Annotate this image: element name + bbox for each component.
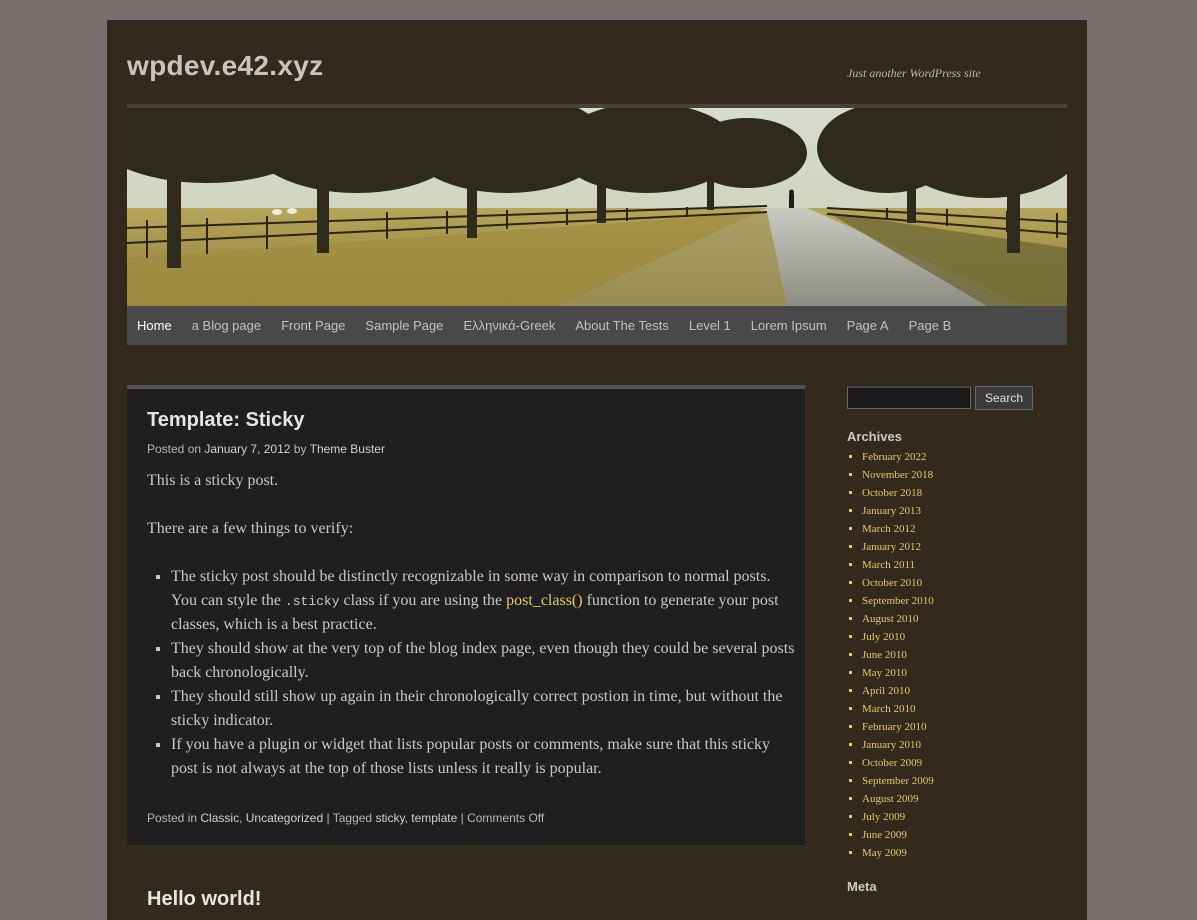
archive-link[interactable]: February 2010: [862, 721, 926, 733]
nav-item-level-1[interactable]: Level 1: [679, 306, 741, 346]
separator-comma: ,: [404, 811, 408, 825]
archives-title: Archives: [847, 429, 902, 444]
archive-item: June 2010: [862, 646, 934, 664]
post-paragraph: There are a few things to verify:: [147, 520, 354, 537]
header-banner-image: [127, 108, 1067, 306]
post-author-link[interactable]: Theme Buster: [310, 442, 385, 456]
separator-pipe: |: [326, 811, 330, 825]
archive-item: January 2010: [862, 736, 934, 754]
archive-link[interactable]: April 2010: [862, 685, 910, 697]
archive-item: April 2010: [862, 682, 934, 700]
archive-link[interactable]: January 2010: [862, 739, 921, 751]
inline-code: .sticky: [284, 594, 340, 609]
archive-link[interactable]: October 2010: [862, 577, 922, 589]
nav-item-page-b[interactable]: Page B: [899, 306, 962, 346]
archive-link[interactable]: March 2011: [862, 559, 915, 571]
archive-link[interactable]: October 2018: [862, 487, 922, 499]
main-navigation: Home a Blog page Front Page Sample Page …: [127, 306, 1067, 345]
archive-item: September 2010: [862, 592, 934, 610]
archive-link[interactable]: October 2009: [862, 757, 922, 769]
comments-status: Comments Off: [467, 811, 545, 825]
archive-item: May 2009: [862, 844, 934, 862]
posted-on-label: Posted on: [147, 442, 202, 456]
sticky-post: Template: Sticky Posted on January 7, 20…: [127, 385, 805, 845]
post-meta: Posted on January 7, 2012 by Theme Buste…: [147, 442, 385, 456]
archive-item: October 2010: [862, 574, 934, 592]
nav-item-page-a[interactable]: Page A: [837, 306, 899, 346]
by-label: by: [293, 442, 307, 456]
post-date-link[interactable]: January 7, 2012: [204, 442, 290, 456]
nav-item-sample-page[interactable]: Sample Page: [355, 306, 453, 346]
archive-link[interactable]: July 2009: [862, 811, 905, 823]
archive-link[interactable]: May 2009: [862, 847, 907, 859]
archive-item: September 2009: [862, 772, 934, 790]
nav-item-about-the-tests[interactable]: About The Tests: [565, 306, 678, 346]
search-button[interactable]: Search: [975, 386, 1033, 410]
archive-item: June 2009: [862, 826, 934, 844]
post-content: This is a sticky post. There are a few t…: [147, 469, 797, 781]
archive-item: October 2018: [862, 484, 934, 502]
nav-item-lorem-ipsum[interactable]: Lorem Ipsum: [741, 306, 837, 346]
archive-link[interactable]: June 2009: [862, 829, 907, 841]
archive-item: February 2010: [862, 718, 934, 736]
archive-link[interactable]: August 2010: [862, 613, 919, 625]
archive-link[interactable]: March 2012: [862, 523, 915, 535]
archive-link[interactable]: February 2022: [862, 451, 926, 463]
tagged-label: Tagged: [332, 811, 373, 825]
archive-item: August 2010: [862, 610, 934, 628]
tag-link-template[interactable]: template: [411, 811, 457, 825]
archives-list: February 2022 November 2018 October 2018…: [847, 448, 934, 862]
posted-in-label: Posted in: [147, 811, 198, 825]
meta-title: Meta: [847, 879, 877, 894]
archive-link[interactable]: July 2010: [862, 631, 905, 643]
archive-link[interactable]: March 2010: [862, 703, 915, 715]
archive-item: November 2018: [862, 466, 934, 484]
archive-item: July 2010: [862, 628, 934, 646]
separator-comma: ,: [239, 811, 243, 825]
nav-item-greek[interactable]: Ελληνικά-Greek: [453, 306, 565, 346]
archive-link[interactable]: January 2012: [862, 541, 921, 553]
archive-item: January 2013: [862, 502, 934, 520]
list-item-text: class if you are using the: [343, 592, 503, 609]
archive-link[interactable]: June 2010: [862, 649, 907, 661]
list-item: They should show at the very top of the …: [171, 637, 797, 685]
archive-link[interactable]: November 2018: [862, 469, 933, 481]
archive-item: February 2022: [862, 448, 934, 466]
list-item: If you have a plugin or widget that list…: [171, 733, 797, 781]
archive-item: May 2010: [862, 664, 934, 682]
archive-item: March 2011: [862, 556, 934, 574]
archive-link[interactable]: May 2010: [862, 667, 907, 679]
archive-link[interactable]: August 2009: [862, 793, 919, 805]
list-item: The sticky post should be distinctly rec…: [171, 565, 797, 637]
archive-item: October 2009: [862, 754, 934, 772]
site-title[interactable]: wpdev.e42.xyz: [127, 50, 323, 82]
post-footer: Posted in Classic, Uncategorized | Tagge…: [147, 811, 544, 825]
archive-item: January 2012: [862, 538, 934, 556]
category-link-uncategorized[interactable]: Uncategorized: [246, 811, 323, 825]
nav-item-a-blog-page[interactable]: a Blog page: [182, 306, 271, 346]
archive-item: March 2010: [862, 700, 934, 718]
post-paragraph: This is a sticky post.: [147, 472, 279, 489]
post-class-link[interactable]: post_class(): [506, 592, 582, 609]
archive-link[interactable]: September 2010: [862, 595, 934, 607]
nav-item-front-page[interactable]: Front Page: [271, 306, 355, 346]
nav-item-home[interactable]: Home: [127, 306, 182, 346]
archive-link[interactable]: September 2009: [862, 775, 934, 787]
archive-item: July 2009: [862, 808, 934, 826]
archive-link[interactable]: January 2013: [862, 505, 921, 517]
next-post-title[interactable]: Hello world!: [147, 888, 261, 911]
post-title[interactable]: Template: Sticky: [147, 409, 304, 432]
category-link-classic[interactable]: Classic: [200, 811, 239, 825]
post-list: The sticky post should be distinctly rec…: [147, 565, 797, 781]
page-wrapper: wpdev.e42.xyz Just another WordPress sit…: [107, 20, 1087, 920]
site-description: Just another WordPress site: [847, 66, 981, 80]
search-input[interactable]: [847, 386, 971, 409]
archive-item: March 2012: [862, 520, 934, 538]
archive-item: August 2009: [862, 790, 934, 808]
tag-link-sticky[interactable]: sticky: [375, 811, 404, 825]
list-item: They should still show up again in their…: [171, 685, 797, 733]
separator-pipe: |: [460, 811, 464, 825]
